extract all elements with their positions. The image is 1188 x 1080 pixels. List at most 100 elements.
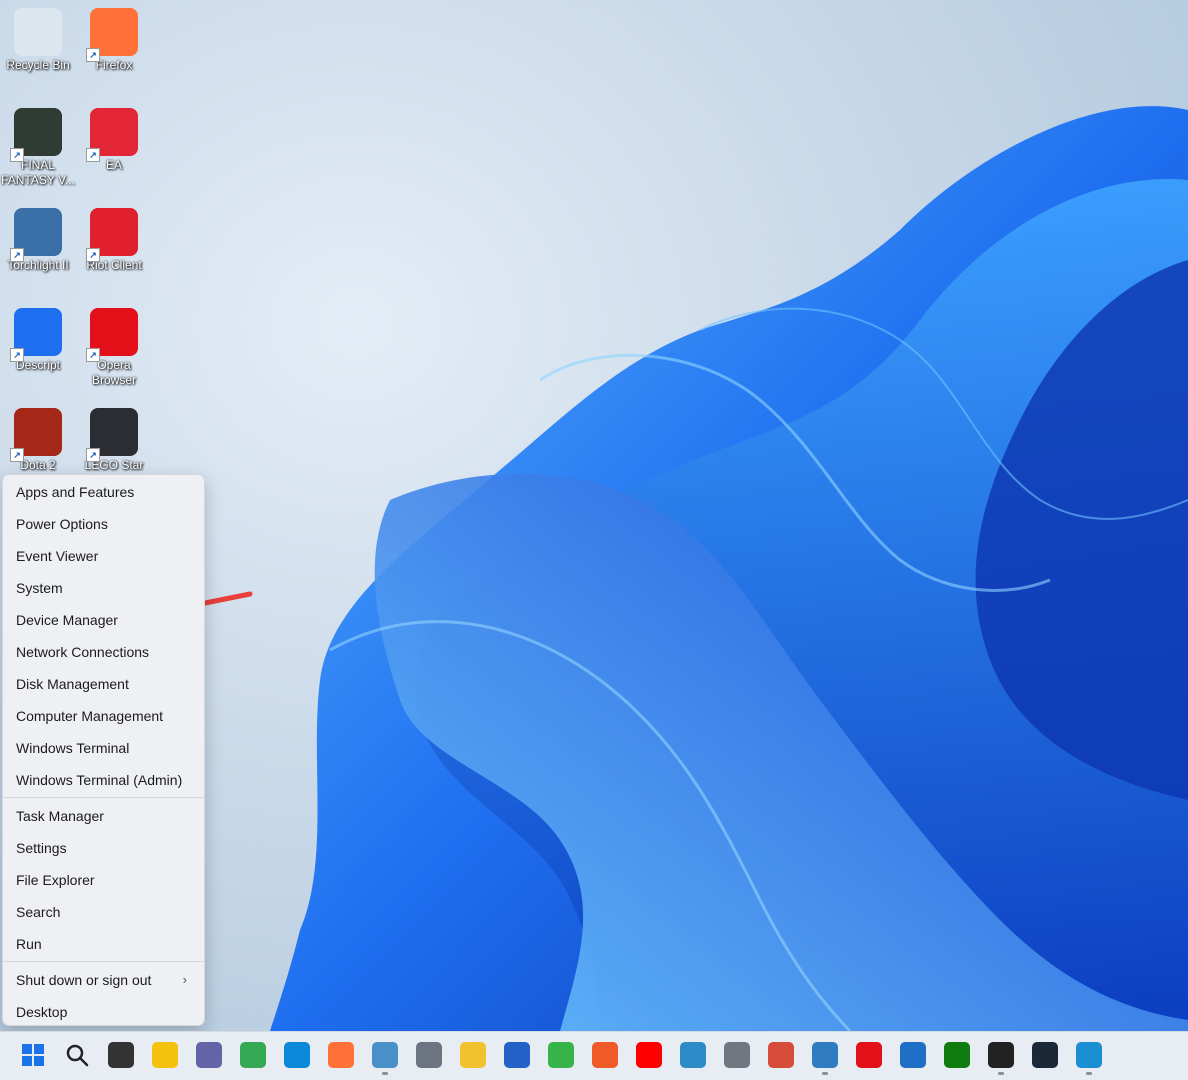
shortcut-arrow-icon: ↗: [10, 248, 24, 262]
snipping-tool-icon[interactable]: [768, 1042, 794, 1068]
menu-item-label: Task Manager: [16, 808, 104, 824]
shortcut-arrow-icon: ↗: [86, 348, 100, 362]
settings-icon[interactable]: [724, 1042, 750, 1068]
running-indicator: [822, 1072, 828, 1075]
sharex-icon[interactable]: [812, 1042, 838, 1075]
menu-item-label: Windows Terminal: [16, 740, 130, 756]
opera-icon[interactable]: [856, 1042, 882, 1068]
task-view-icon[interactable]: [108, 1042, 134, 1068]
menu-item-power-options[interactable]: Power Options: [3, 508, 204, 540]
menu-item-system[interactable]: System: [3, 572, 204, 604]
final-fantasy-icon: ↗: [10, 108, 62, 162]
chrome-icon[interactable]: [240, 1042, 266, 1068]
calculator-icon[interactable]: [416, 1042, 442, 1068]
desktop-shortcut-descript[interactable]: ↗ Descript: [0, 308, 76, 373]
running-indicator: [382, 1072, 388, 1075]
widgets-icon[interactable]: [152, 1042, 178, 1068]
shortcut-arrow-icon: ↗: [86, 448, 100, 462]
desktop-shortcut-label: Opera Browser: [91, 358, 136, 387]
chevron-right-icon: ›: [182, 972, 187, 987]
desktop-shortcut-torchlight[interactable]: ↗ Torchlight II: [0, 208, 76, 273]
menu-item-label: Search: [16, 904, 61, 920]
menu-item-shut-down-or-sign-out[interactable]: Shut down or sign out ›: [3, 964, 204, 996]
microsoft-store-icon[interactable]: [504, 1042, 530, 1068]
camtasia-icon[interactable]: [548, 1042, 574, 1068]
desktop-shortcut-final-fantasy[interactable]: ↗ FINAL FANTASY V...: [0, 108, 76, 188]
recycle-bin-icon: [14, 8, 62, 56]
desktop-shortcut-lego-star-wars[interactable]: ↗ LEGO Star: [76, 408, 152, 473]
menu-item-disk-management[interactable]: Disk Management: [3, 668, 204, 700]
descript-icon: ↗: [10, 308, 62, 362]
desktop-shortcut-riot-client[interactable]: ↗ Riot Client: [76, 208, 152, 273]
menu-item-label: Apps and Features: [16, 484, 135, 500]
menu-item-apps-and-features[interactable]: Apps and Features: [3, 476, 204, 508]
menu-item-computer-management[interactable]: Computer Management: [3, 700, 204, 732]
menu-item-label: Event Viewer: [16, 548, 99, 564]
desktop-shortcut-ea[interactable]: ↗ EA: [76, 108, 152, 173]
menu-item-windows-terminal[interactable]: Windows Terminal: [3, 732, 204, 764]
running-indicator: [998, 1072, 1004, 1075]
youtube-icon[interactable]: [636, 1042, 662, 1068]
teams-chat-icon[interactable]: [196, 1042, 222, 1068]
menu-item-label: Power Options: [16, 516, 108, 532]
shortcut-arrow-icon: ↗: [10, 148, 24, 162]
ea-icon: ↗: [86, 108, 138, 162]
remote-desktop-icon[interactable]: [1076, 1042, 1102, 1075]
desktop-shortcut-label: Recycle Bin: [6, 58, 70, 72]
running-indicator: [1086, 1072, 1092, 1075]
file-explorer-icon[interactable]: [460, 1042, 486, 1068]
menu-item-device-manager[interactable]: Device Manager: [3, 604, 204, 636]
menu-item-windows-terminal-admin[interactable]: Windows Terminal (Admin): [3, 764, 204, 796]
menu-item-search[interactable]: Search: [3, 896, 204, 928]
slack-icon[interactable]: [680, 1042, 706, 1068]
menu-item-event-viewer[interactable]: Event Viewer: [3, 540, 204, 572]
mail-icon[interactable]: [900, 1042, 926, 1068]
torchlight-icon: ↗: [10, 208, 62, 262]
taskbar: [0, 1031, 1188, 1080]
menu-separator: [3, 961, 204, 962]
desktop-shortcut-recycle-bin[interactable]: Recycle Bin: [0, 8, 76, 73]
menu-item-label: Run: [16, 936, 42, 952]
riot-client-icon: ↗: [86, 208, 138, 262]
edge-icon[interactable]: [284, 1042, 310, 1068]
menu-item-label: Network Connections: [16, 644, 150, 660]
menu-item-desktop[interactable]: Desktop: [3, 996, 204, 1028]
quick-link-menu: Apps and Features Power Options Event View…: [2, 474, 205, 1026]
menu-item-label: System: [16, 580, 63, 596]
dota2-icon: ↗: [10, 408, 62, 462]
shortcut-arrow-icon: ↗: [10, 348, 24, 362]
start-icon[interactable]: [20, 1042, 46, 1068]
ryzen-master-icon[interactable]: [988, 1042, 1014, 1075]
shortcut-arrow-icon: ↗: [10, 448, 24, 462]
menu-separator: [3, 797, 204, 798]
shortcut-arrow-icon: ↗: [86, 48, 100, 62]
desktop-shortcut-label: FINAL FANTASY V...: [1, 158, 75, 187]
desktop-shortcut-dota2[interactable]: ↗ Dota 2: [0, 408, 76, 473]
menu-item-label: Computer Management: [16, 708, 164, 724]
shortcut-arrow-icon: ↗: [86, 248, 100, 262]
menu-item-label: Disk Management: [16, 676, 129, 692]
menu-item-file-explorer[interactable]: File Explorer: [3, 864, 204, 896]
firefox-icon: ↗: [86, 8, 138, 62]
search-icon[interactable]: [64, 1042, 90, 1068]
desktop-shortcut-opera[interactable]: ↗ Opera Browser: [76, 308, 152, 388]
menu-item-label: Device Manager: [16, 612, 118, 628]
menu-item-run[interactable]: Run: [3, 928, 204, 960]
menu-item-label: File Explorer: [16, 872, 95, 888]
firefox-icon[interactable]: [328, 1042, 354, 1068]
menu-item-task-manager[interactable]: Task Manager: [3, 800, 204, 832]
menu-item-label: Windows Terminal (Admin): [16, 772, 183, 788]
menu-item-label: Shut down or sign out: [16, 972, 152, 988]
opera-icon: ↗: [86, 308, 138, 362]
desktop-shortcut-firefox[interactable]: ↗ Firefox: [76, 8, 152, 73]
menu-item-settings[interactable]: Settings: [3, 832, 204, 864]
menu-item-network-connections[interactable]: Network Connections: [3, 636, 204, 668]
steam-icon[interactable]: [1032, 1042, 1058, 1068]
menu-item-label: Settings: [16, 840, 67, 856]
xbox-icon[interactable]: [944, 1042, 970, 1068]
snagit-icon[interactable]: [592, 1042, 618, 1068]
notepad-icon[interactable]: [372, 1042, 398, 1075]
shortcut-arrow-icon: ↗: [86, 148, 100, 162]
menu-item-label: Desktop: [16, 1004, 68, 1020]
lego-star-wars-icon: ↗: [86, 408, 138, 462]
